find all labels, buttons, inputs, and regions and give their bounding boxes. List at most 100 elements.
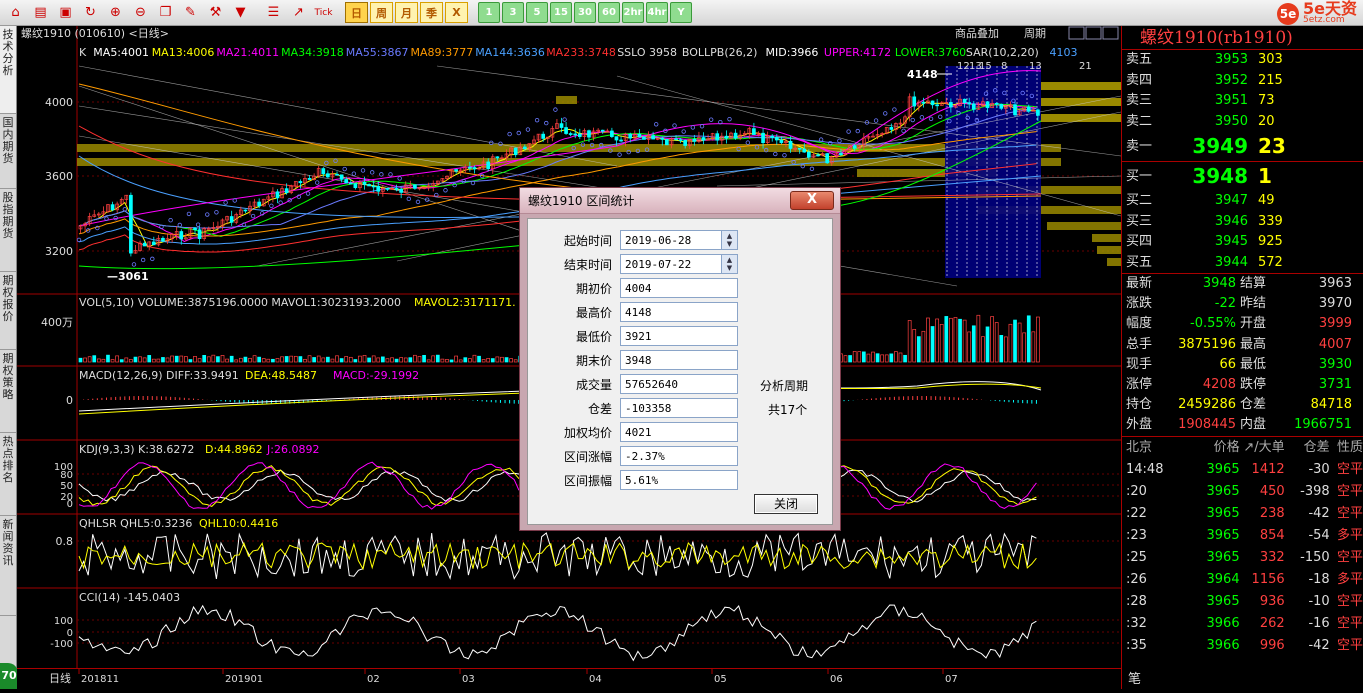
minute-period-button-0[interactable]: 1 bbox=[478, 2, 500, 23]
left-tab-4[interactable]: 期权策略 bbox=[0, 350, 16, 433]
tick-footer-tab[interactable]: 笔 bbox=[1128, 668, 1141, 687]
chart-nav-button-1[interactable] bbox=[1085, 26, 1102, 40]
table-icon[interactable]: ☰ bbox=[262, 2, 285, 23]
period-button-3[interactable]: 季 bbox=[420, 2, 443, 23]
volume-bar bbox=[898, 352, 903, 363]
window-icon[interactable]: ❐ bbox=[154, 2, 177, 23]
spin-up-icon[interactable]: ▲ bbox=[727, 232, 732, 240]
quote-label: 总手 bbox=[1126, 336, 1153, 352]
tick-icon[interactable]: Tick bbox=[312, 2, 335, 23]
period-button-4[interactable]: X bbox=[445, 2, 468, 23]
quote-label: 昨结 bbox=[1240, 296, 1267, 312]
level-price[interactable]: 3953 bbox=[1182, 50, 1252, 71]
candle-body bbox=[161, 237, 165, 242]
candle-body bbox=[573, 133, 578, 136]
minute-period-button-4[interactable]: 30 bbox=[574, 2, 596, 23]
left-tab-1[interactable]: 国内期货 bbox=[0, 114, 16, 189]
tick-oi-change: -42 bbox=[1308, 505, 1330, 521]
ma-legend-item: MA13:4006 bbox=[152, 46, 215, 59]
order-level-row: 买三 3946 339 bbox=[1122, 212, 1363, 233]
tool-icon[interactable]: ⚒ bbox=[204, 2, 227, 23]
stat-value-field[interactable]: 4004 bbox=[620, 278, 738, 298]
chart-nav-button-0[interactable] bbox=[1068, 26, 1085, 40]
volume-bar bbox=[403, 357, 408, 363]
date-spinner[interactable]: ▲ ▼ bbox=[722, 230, 738, 250]
period-button-0[interactable]: 日 bbox=[345, 2, 368, 23]
dialog-field-row: 最高价 4148 bbox=[528, 301, 738, 323]
level-price[interactable]: 3947 bbox=[1182, 191, 1252, 212]
dialog-ok-close-button[interactable]: 关闭 bbox=[754, 494, 818, 514]
period-button-2[interactable]: 月 bbox=[395, 2, 418, 23]
dialog-close-button[interactable]: X bbox=[790, 191, 834, 210]
candle-body bbox=[472, 167, 477, 170]
minute-period-button-8[interactable]: Y bbox=[670, 2, 692, 23]
volume-bar bbox=[445, 359, 449, 363]
level-price[interactable]: 3950 bbox=[1182, 112, 1252, 133]
stat-value-field[interactable]: 3921 bbox=[620, 326, 738, 346]
stat-value-field[interactable]: -103358 bbox=[620, 398, 738, 418]
level-price[interactable]: 3951 bbox=[1182, 91, 1252, 112]
sar-dot bbox=[223, 200, 228, 205]
volume-bar bbox=[976, 314, 981, 363]
candle-body bbox=[774, 137, 779, 141]
level-label: 卖四 bbox=[1126, 72, 1153, 88]
zoom-in-icon[interactable]: ⊕ bbox=[104, 2, 127, 23]
stat-value-field[interactable]: 3948 bbox=[620, 350, 738, 370]
stat-value-field[interactable]: -2.37% bbox=[620, 446, 738, 466]
quote-label: 最低 bbox=[1240, 356, 1267, 372]
candle-body bbox=[385, 188, 390, 190]
refresh-icon[interactable]: ↻ bbox=[79, 2, 102, 23]
volume-bar bbox=[179, 355, 184, 363]
sar-dot bbox=[534, 117, 540, 123]
trend-icon[interactable]: ↗ bbox=[287, 2, 310, 23]
left-tab-6[interactable]: 新闻资讯 bbox=[0, 516, 16, 616]
stat-value-field[interactable]: 57652640 bbox=[620, 374, 738, 394]
sar-dot bbox=[232, 198, 237, 203]
volume-bar bbox=[234, 359, 239, 363]
level-price[interactable]: 3946 bbox=[1182, 212, 1252, 233]
level-price[interactable]: 3952 bbox=[1182, 71, 1252, 92]
candle-body bbox=[852, 145, 857, 149]
candle-body bbox=[994, 102, 999, 105]
level-price[interactable]: 3949 bbox=[1182, 132, 1252, 161]
spin-up-icon[interactable]: ▲ bbox=[727, 256, 732, 264]
kdj-d: D:44.8962 bbox=[205, 443, 263, 456]
chart-nav-button-2[interactable] bbox=[1102, 26, 1119, 40]
left-tab-5[interactable]: 热点排名 bbox=[0, 433, 16, 516]
pen-icon[interactable]: ✎ bbox=[179, 2, 202, 23]
tick-time: :20 bbox=[1126, 483, 1147, 499]
left-tab-0[interactable]: 技术分析 bbox=[0, 26, 16, 114]
spin-down-icon[interactable]: ▼ bbox=[727, 264, 732, 272]
spin-down-icon[interactable]: ▼ bbox=[727, 240, 732, 248]
home-icon[interactable]: ⌂ bbox=[4, 2, 27, 23]
analysis-period-label: 分析周期 bbox=[760, 379, 809, 393]
minute-period-button-3[interactable]: 15 bbox=[550, 2, 572, 23]
volume-bar bbox=[1026, 315, 1031, 363]
period-button-1[interactable]: 周 bbox=[370, 2, 393, 23]
level-price[interactable]: 3945 bbox=[1182, 232, 1252, 253]
minute-period-button-5[interactable]: 60 bbox=[598, 2, 620, 23]
candle-body bbox=[275, 191, 280, 199]
minute-period-button-1[interactable]: 3 bbox=[502, 2, 524, 23]
minute-period-button-7[interactable]: 4hr bbox=[646, 2, 668, 23]
date-spinner[interactable]: ▲ ▼ bbox=[722, 254, 738, 274]
data-icon[interactable]: ▤ bbox=[29, 2, 52, 23]
volume-bar bbox=[243, 356, 248, 363]
filter-icon[interactable]: ▼ bbox=[229, 2, 252, 23]
date-input[interactable]: 2019-06-28 bbox=[620, 230, 722, 250]
f10-icon[interactable]: ▣ bbox=[54, 2, 77, 23]
stat-value-field[interactable]: 4021 bbox=[620, 422, 738, 442]
zoom-out-icon[interactable]: ⊖ bbox=[129, 2, 152, 23]
candle-body bbox=[257, 201, 262, 207]
level-price[interactable]: 3948 bbox=[1182, 162, 1252, 191]
date-input[interactable]: 2019-07-22 bbox=[620, 254, 722, 274]
left-tab-3[interactable]: 期权报价 bbox=[0, 272, 16, 350]
stat-value-field[interactable]: 4148 bbox=[620, 302, 738, 322]
level-price[interactable]: 3944 bbox=[1182, 253, 1252, 274]
volume-bar bbox=[504, 357, 509, 363]
left-tab-2[interactable]: 股指期货 bbox=[0, 189, 16, 272]
stat-value-field[interactable]: 5.61% bbox=[620, 470, 738, 490]
minute-period-button-6[interactable]: 2hr bbox=[622, 2, 644, 23]
level-label: 卖五 bbox=[1126, 52, 1153, 67]
minute-period-button-2[interactable]: 5 bbox=[526, 2, 548, 23]
